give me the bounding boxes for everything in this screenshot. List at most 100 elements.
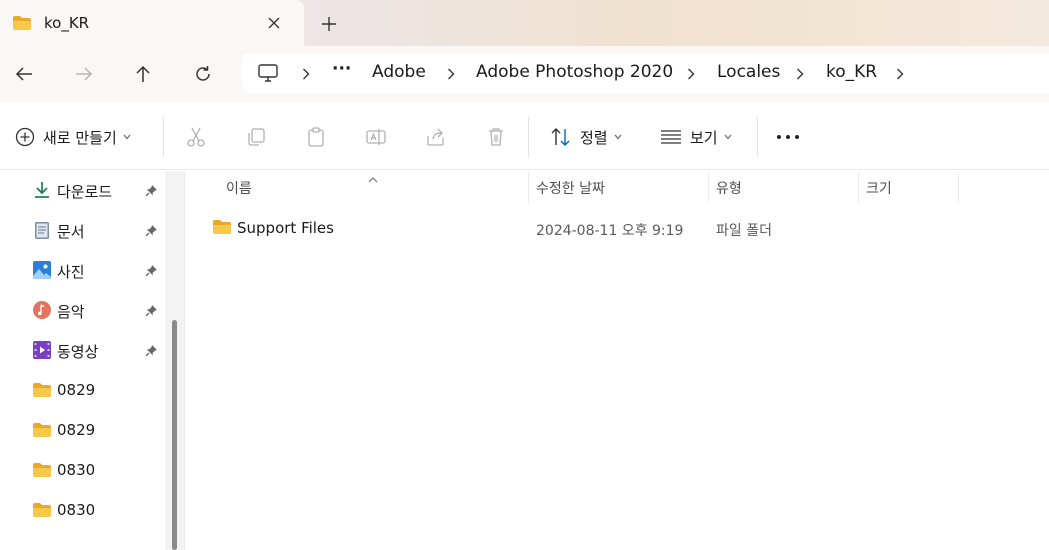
copy-icon <box>248 128 265 146</box>
navigation-pane: 다운로드 문서 사진 음악 동영상 0829 0829 0830 0830 <box>0 171 165 550</box>
sidebar-item-label: 동영상 <box>57 343 99 361</box>
breadcrumb-locales[interactable]: Locales <box>717 62 780 82</box>
sort-ascending-icon <box>368 171 378 187</box>
plus-circle-icon <box>15 127 35 147</box>
pin-icon[interactable] <box>145 224 158 241</box>
sidebar-item-folder-0830-2[interactable]: 0830 <box>0 492 165 528</box>
clipboard-icon <box>308 127 324 147</box>
share-icon <box>427 128 444 146</box>
view-list-icon <box>661 130 681 144</box>
folder-icon <box>32 461 52 479</box>
column-header-type[interactable]: 유형 <box>716 178 742 198</box>
chevron-right-icon[interactable] <box>443 65 459 83</box>
sort-button[interactable]: 정렬 <box>550 122 622 152</box>
column-divider[interactable] <box>528 171 529 203</box>
sidebar-item-label: 문서 <box>57 223 85 241</box>
sidebar-item-music[interactable]: 음악 <box>0 292 165 328</box>
sidebar-item-label: 0830 <box>57 461 96 479</box>
column-header-name[interactable]: 이름 <box>226 178 252 198</box>
trash-icon <box>489 128 503 146</box>
chevron-down-icon <box>614 134 622 140</box>
more-options-button[interactable] <box>776 122 800 152</box>
sidebar-item-label: 다운로드 <box>57 183 113 201</box>
file-list: 이름 수정한 날짜 유형 크기 Support Files 2024-08-11… <box>186 171 1049 550</box>
new-tab-button[interactable] <box>316 11 342 37</box>
rename-icon <box>366 129 386 145</box>
sidebar-item-pictures[interactable]: 사진 <box>0 252 165 288</box>
back-button[interactable] <box>9 60 39 88</box>
chevron-down-icon <box>123 134 131 140</box>
plus-icon <box>322 17 336 31</box>
arrow-left-icon <box>15 67 32 81</box>
scissors-icon <box>187 127 205 147</box>
column-divider[interactable] <box>708 171 709 203</box>
sidebar-item-label: 0829 <box>57 381 96 399</box>
column-header-size[interactable]: 크기 <box>866 178 892 198</box>
more-icon <box>777 135 799 139</box>
sidebar-item-downloads[interactable]: 다운로드 <box>0 172 165 208</box>
video-icon <box>32 341 52 359</box>
separator <box>528 117 529 157</box>
delete-button[interactable] <box>485 122 507 152</box>
pin-icon[interactable] <box>145 264 158 281</box>
scrollbar-thumb[interactable] <box>172 320 177 550</box>
share-button[interactable] <box>425 122 447 152</box>
forward-button[interactable] <box>69 60 99 88</box>
breadcrumb-adobe-photoshop-2020[interactable]: Adobe Photoshop 2020 <box>476 62 673 82</box>
folder-icon <box>12 15 32 35</box>
cut-button[interactable] <box>185 122 207 152</box>
close-icon[interactable] <box>262 11 286 35</box>
copy-button[interactable] <box>245 122 267 152</box>
refresh-icon <box>196 66 210 81</box>
column-divider[interactable] <box>958 171 959 203</box>
sidebar-item-videos[interactable]: 동영상 <box>0 332 165 368</box>
breadcrumb-adobe[interactable]: Adobe <box>372 62 426 82</box>
folder-icon <box>212 219 232 239</box>
sort-icon <box>551 128 570 146</box>
column-header-modified[interactable]: 수정한 날짜 <box>536 178 605 198</box>
tab-ko-kr[interactable]: ko_KR <box>0 0 304 46</box>
chevron-right-icon[interactable] <box>892 65 908 83</box>
navigation-bar: ··· Adobe Adobe Photoshop 2020 Locales k… <box>0 46 1049 102</box>
sidebar-item-label: 0829 <box>57 421 96 439</box>
breadcrumb-overflow[interactable]: ··· <box>332 59 351 79</box>
sidebar-item-documents[interactable]: 문서 <box>0 212 165 248</box>
pictures-icon <box>32 261 52 279</box>
pin-icon[interactable] <box>145 344 158 361</box>
pin-icon[interactable] <box>145 304 158 321</box>
sort-button-label: 정렬 <box>580 128 608 147</box>
command-bar: 새로 만들기 정렬 보기 <box>0 102 1049 170</box>
folder-icon <box>32 421 52 439</box>
music-icon <box>32 301 52 319</box>
tab-title: ko_KR <box>44 14 90 32</box>
arrow-up-icon <box>136 65 150 82</box>
chevron-right-icon[interactable] <box>298 65 314 83</box>
separator <box>757 117 758 157</box>
sidebar-item-folder-0830[interactable]: 0830 <box>0 452 165 488</box>
document-icon <box>32 221 52 239</box>
folder-icon <box>32 381 52 399</box>
view-button[interactable]: 보기 <box>660 122 732 152</box>
file-type: 파일 폴더 <box>716 223 772 239</box>
address-bar[interactable]: ··· Adobe Adobe Photoshop 2020 Locales k… <box>242 53 1049 93</box>
pin-icon[interactable] <box>145 184 158 201</box>
file-name: Support Files <box>237 219 334 237</box>
sidebar-scrollbar[interactable] <box>165 171 185 550</box>
new-button[interactable]: 새로 만들기 <box>15 122 131 152</box>
breadcrumb-ko-kr[interactable]: ko_KR <box>826 62 877 82</box>
up-button[interactable] <box>128 60 158 88</box>
chevron-right-icon[interactable] <box>792 65 808 83</box>
this-pc-icon[interactable] <box>257 63 279 87</box>
arrow-right-icon <box>76 67 93 81</box>
sidebar-item-folder-0829-2[interactable]: 0829 <box>0 412 165 448</box>
chevron-right-icon[interactable] <box>683 65 699 83</box>
rename-button[interactable] <box>365 122 387 152</box>
sidebar-item-folder-0829[interactable]: 0829 <box>0 372 165 408</box>
sidebar-item-label: 0830 <box>57 501 96 519</box>
column-divider[interactable] <box>858 171 859 203</box>
table-row[interactable]: Support Files 2024-08-11 오후 9:19 파일 폴더 <box>204 213 964 243</box>
file-modified: 2024-08-11 오후 9:19 <box>536 223 684 239</box>
title-bar: ko_KR <box>0 0 1049 46</box>
refresh-button[interactable] <box>188 60 218 88</box>
paste-button[interactable] <box>305 122 327 152</box>
